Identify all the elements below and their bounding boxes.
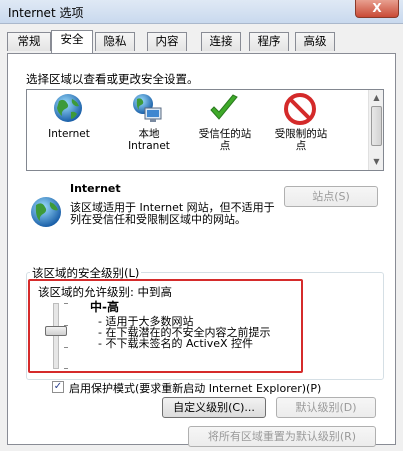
tab-general[interactable]: 常规 [7,32,51,51]
zone-internet[interactable]: Internet [29,90,109,170]
zone-local-intranet[interactable]: 本地 Intranet [109,90,189,170]
security-panel: 选择区域以查看或更改安全设置。 Internet 本地 Intranet 受信任… [7,53,396,447]
restricted-icon [284,93,316,125]
zone-globe-icon [31,197,61,227]
tab-connections[interactable]: 连接 [201,32,241,51]
window-title: Internet 选项 [8,6,84,20]
zone-label-2: 点 [295,140,307,152]
zone-caption: 选择区域以查看或更改安全设置。 [26,72,199,86]
tab-programs[interactable]: 程序 [249,32,289,51]
checkmark-icon [210,94,238,120]
scroll-down-icon[interactable]: ▼ [370,155,383,168]
dialog-client: 常规 安全 隐私 内容 连接 程序 高级 选择区域以查看或更改安全设置。 Int… [0,24,403,451]
close-button[interactable]: X [355,0,399,18]
title-bar: Internet 选项 X [0,0,403,24]
tab-content[interactable]: 内容 [147,32,187,51]
highlight-frame [28,279,303,373]
tab-privacy[interactable]: 隐私 [95,32,135,51]
zone-title: Internet [70,182,121,195]
tab-security[interactable]: 安全 [51,30,93,53]
zone-label: 受信任的站 [198,128,252,140]
zone-label: 受限制的站 [274,128,328,140]
close-icon: X [372,1,382,15]
reset-all-zones-button[interactable]: 将所有区域重置为默认级别(R) [188,426,376,447]
sites-button[interactable]: 站点(S) [284,186,378,207]
protected-mode-checkbox[interactable]: ✓ [52,381,64,393]
zone-list-scrollbar[interactable]: ▲ ▼ [368,90,383,170]
globe-icon [54,94,82,122]
custom-level-button[interactable]: 自定义级别(C)... [162,397,266,418]
zone-label-2: Intranet [128,140,170,152]
scroll-up-icon[interactable]: ▲ [370,91,383,104]
zone-trusted-sites[interactable]: 受信任的站 点 [185,90,265,170]
intranet-icon [133,94,162,122]
zone-list: Internet 本地 Intranet 受信任的站 点 受限制的站 点 ▲ ▼ [26,89,384,171]
tab-advanced[interactable]: 高级 [295,32,335,51]
zone-restricted-sites[interactable]: 受限制的站 点 [261,90,341,170]
protected-mode-label: 启用保护模式(要求重新启动 Internet Explorer)(P) [69,382,322,395]
zone-description: 该区域适用于 Internet 网站，但不适用于列在受信任和受限制区域中的网站。 [70,201,275,226]
zone-label: 本地 [138,128,160,140]
zone-label-2: 点 [219,140,231,152]
scroll-thumb[interactable] [371,106,382,146]
default-level-button[interactable]: 默认级别(D) [276,397,376,418]
zone-label: Internet [48,128,90,140]
